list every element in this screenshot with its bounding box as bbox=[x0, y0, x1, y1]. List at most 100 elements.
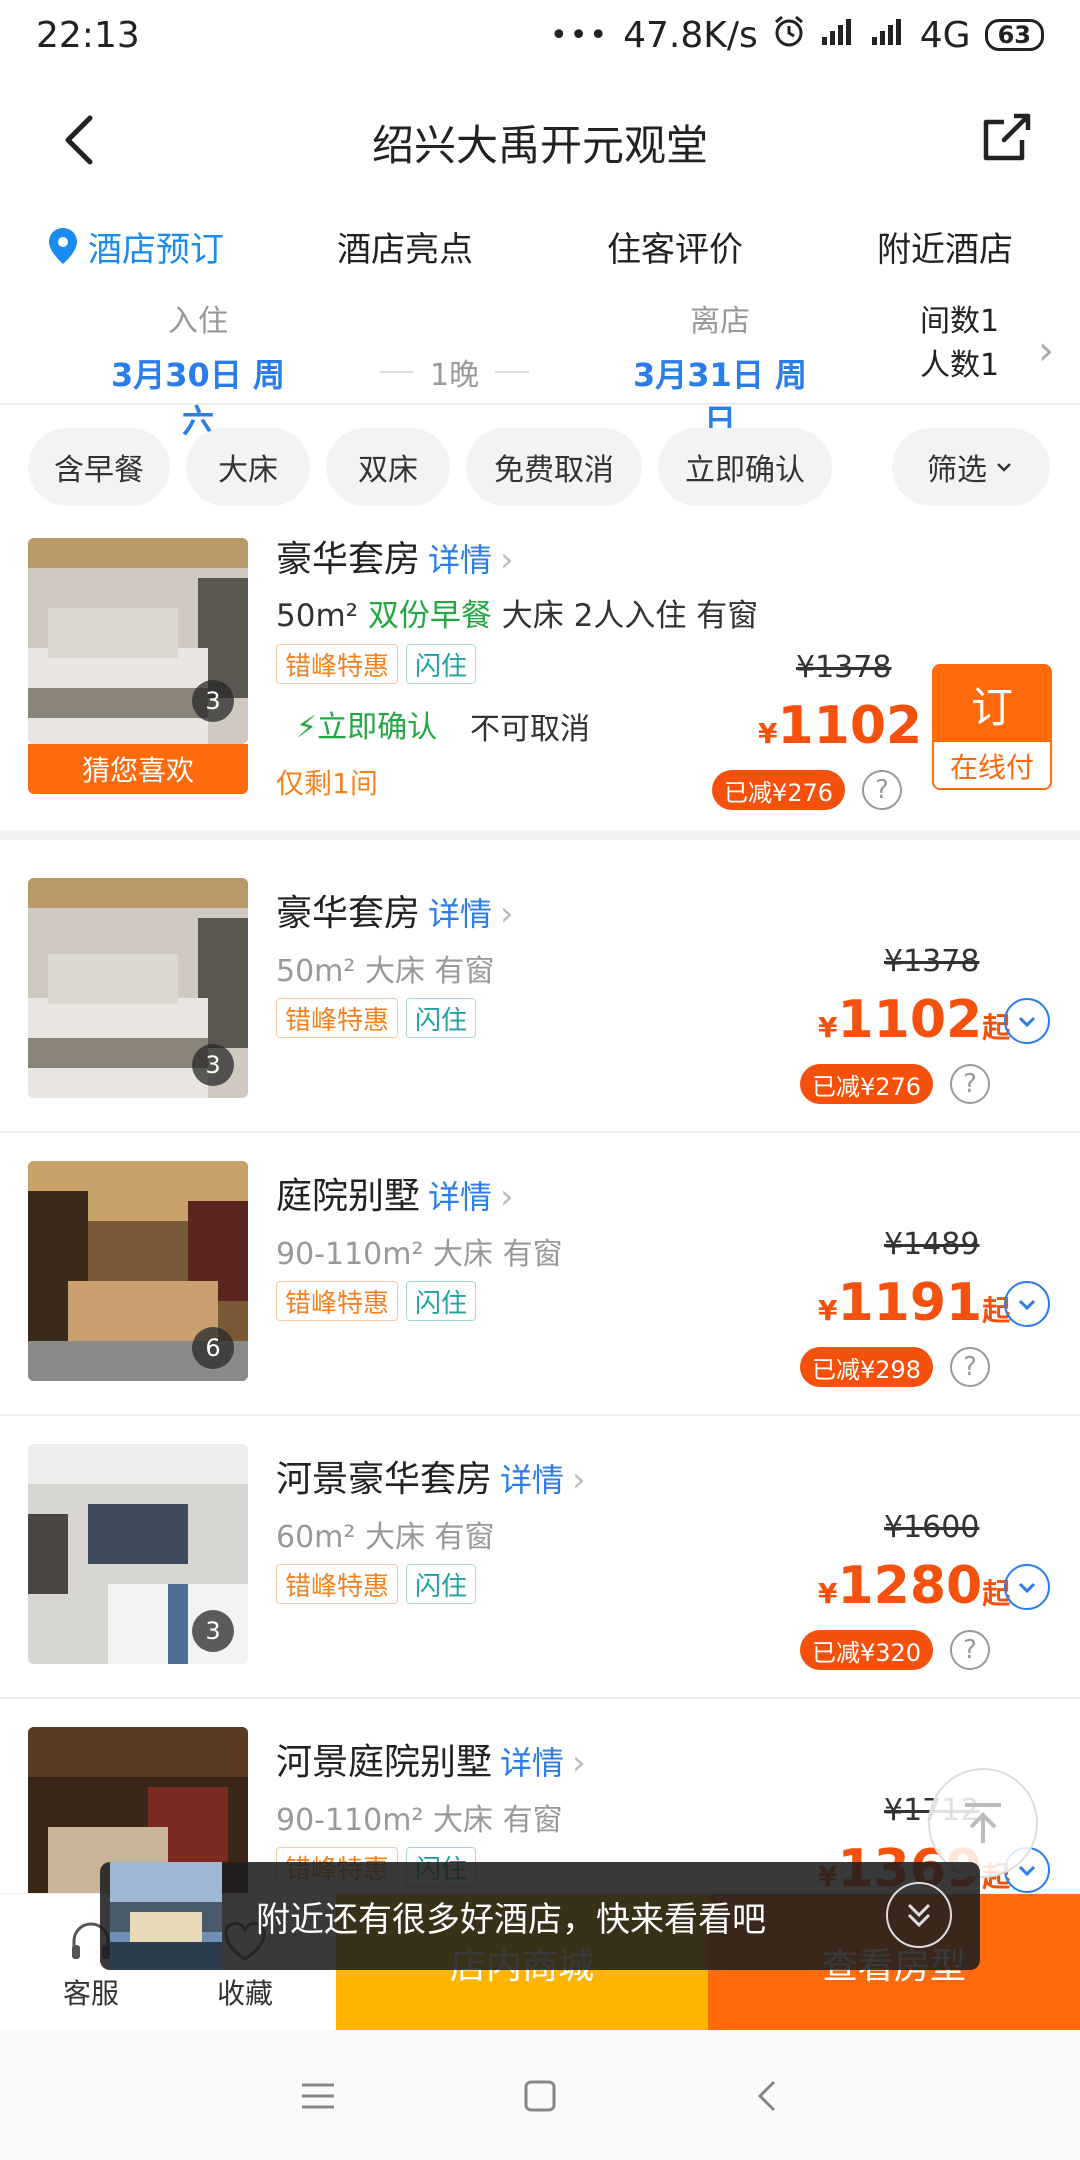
customer-service-label: 客服 bbox=[62, 1977, 119, 2010]
room-item[interactable]: 6 庭院别墅 详情 › 90-110m² 大床 有窗 错峰特惠 闪住 ¥1489 ¥… bbox=[0, 1133, 1080, 1416]
detail-link[interactable]: 详情 bbox=[428, 1178, 492, 1216]
chevron-right-icon: › bbox=[500, 540, 514, 580]
original-price: ¥1489 bbox=[884, 1227, 980, 1262]
expand-button[interactable] bbox=[1004, 1281, 1050, 1327]
chevron-down-icon bbox=[1018, 1016, 1036, 1028]
room-info: 50m² 双份早餐 大床 2人入住 有窗 bbox=[276, 590, 758, 635]
expand-button[interactable] bbox=[1004, 1564, 1050, 1610]
filter-more-button[interactable]: 筛选 bbox=[892, 428, 1050, 506]
price-value: 1280 bbox=[837, 1556, 983, 1616]
room-tags: 错峰特惠 闪住 bbox=[276, 998, 477, 1038]
banner-expand-button[interactable] bbox=[886, 1882, 952, 1948]
room-info: 90-110m² 大床 有窗 bbox=[276, 1237, 563, 1272]
more-dots-icon: ••• bbox=[550, 17, 610, 53]
nights-label: 1晚 bbox=[430, 358, 480, 393]
rooms-left: 仅剩1间 bbox=[276, 767, 378, 800]
discount-badge: 已减¥276 bbox=[800, 1064, 934, 1104]
double-chevron-down-icon bbox=[907, 1903, 931, 1928]
share-button[interactable] bbox=[976, 106, 1038, 168]
guess-you-like-badge: 猜您喜欢 bbox=[28, 744, 248, 794]
help-icon[interactable]: ? bbox=[950, 1347, 990, 1387]
chevron-right-icon: › bbox=[572, 1743, 586, 1783]
tag-offpeak: 错峰特惠 bbox=[276, 1564, 399, 1604]
filter-instant-confirm[interactable]: 立即确认 bbox=[658, 428, 832, 506]
filter-king-bed[interactable]: 大床 bbox=[186, 428, 310, 506]
menu-button[interactable] bbox=[288, 2066, 348, 2126]
filter-breakfast[interactable]: 含早餐 bbox=[28, 428, 170, 506]
chevron-right-icon: › bbox=[500, 894, 514, 934]
room-photo[interactable]: 3 bbox=[28, 538, 248, 744]
nav-bar: 绍兴大禹开元观堂 bbox=[0, 70, 1080, 210]
detail-link[interactable]: 详情 bbox=[500, 1744, 564, 1782]
room-name[interactable]: 河景庭院别墅 详情 › bbox=[276, 1733, 586, 1785]
filter-more-label: 筛选 bbox=[927, 453, 987, 488]
tab-reviews[interactable]: 住客评价 bbox=[540, 222, 810, 271]
network-type: 4G bbox=[919, 14, 971, 56]
menu-icon bbox=[302, 2083, 334, 2109]
room-photo[interactable]: 3 bbox=[28, 1444, 248, 1664]
room-photo[interactable]: 6 bbox=[28, 1161, 248, 1381]
room-tags: 错峰特惠 闪住 bbox=[276, 644, 477, 684]
expand-button[interactable] bbox=[1004, 998, 1050, 1044]
help-icon[interactable]: ? bbox=[862, 770, 902, 810]
breakfast-info: 双份早餐 bbox=[367, 598, 492, 634]
tab-nearby[interactable]: 附近酒店 bbox=[810, 222, 1080, 271]
currency-symbol: ¥ bbox=[818, 1577, 838, 1610]
detail-link[interactable]: 详情 bbox=[500, 1461, 564, 1499]
system-nav-bar bbox=[0, 2030, 1080, 2160]
current-price: ¥1102起 bbox=[818, 990, 1010, 1050]
room-name[interactable]: 豪华套房 详情 › bbox=[276, 884, 514, 936]
detail-link[interactable]: 详情 bbox=[428, 895, 492, 933]
room-name-text: 庭院别墅 bbox=[276, 1176, 421, 1217]
room-name-text: 河景庭院别墅 bbox=[276, 1742, 493, 1783]
checkin-date[interactable]: 入住 3月30日 周六 bbox=[98, 296, 298, 442]
instant-confirm-label: 立即确认 bbox=[317, 710, 438, 745]
room-photo[interactable]: 3 bbox=[28, 878, 248, 1098]
room-name-text: 河景豪华套房 bbox=[276, 1459, 493, 1500]
room-name[interactable]: 庭院别墅 详情 › bbox=[276, 1167, 514, 1219]
page-title: 绍兴大禹开元观堂 bbox=[371, 121, 708, 170]
tab-booking[interactable]: 酒店预订 bbox=[0, 222, 270, 271]
filter-free-cancel[interactable]: 免费取消 bbox=[466, 428, 642, 506]
home-button[interactable] bbox=[510, 2066, 570, 2126]
clock: 22:13 bbox=[36, 14, 140, 56]
room-item[interactable]: 3 河景豪华套房 详情 › 60m² 大床 有窗 错峰特惠 闪住 ¥1600 ¥12… bbox=[0, 1416, 1080, 1699]
chevron-down-icon bbox=[997, 463, 1011, 472]
lightning-icon: ⚡ bbox=[296, 710, 318, 745]
banner-text: 附近还有很多好酒店，快来看看吧 bbox=[256, 1899, 766, 1940]
back-arrow-icon bbox=[757, 2080, 776, 2112]
system-back-button[interactable] bbox=[738, 2066, 798, 2126]
date-selector[interactable]: 入住 3月30日 周六 1晚 离店 3月31日 周日 间数1 人数1 › bbox=[0, 290, 1080, 440]
help-icon[interactable]: ? bbox=[950, 1630, 990, 1670]
room-item[interactable]: 3 豪华套房 详情 › 50m² 大床 有窗 错峰特惠 闪住 ¥1378 ¥1102… bbox=[0, 850, 1080, 1133]
instant-confirm: ⚡立即确认 bbox=[296, 702, 437, 746]
net-speed: 47.8K/s bbox=[623, 14, 758, 56]
checkout-date[interactable]: 离店 3月31日 周日 bbox=[620, 296, 820, 442]
photo-count: 3 bbox=[192, 680, 234, 722]
room-area: 50m² bbox=[276, 598, 359, 634]
battery-icon: 63 bbox=[984, 19, 1044, 51]
tab-bar: 酒店预订 酒店亮点 住客评价 附近酒店 bbox=[0, 210, 1080, 282]
alarm-icon bbox=[772, 14, 806, 57]
room-name-text: 豪华套房 bbox=[276, 893, 421, 934]
checkout-label: 离店 bbox=[690, 304, 750, 339]
tab-highlights[interactable]: 酒店亮点 bbox=[270, 222, 540, 271]
filter-bar: 含早餐 大床 双床 免费取消 立即确认 筛选 bbox=[0, 428, 1080, 514]
book-button[interactable]: 订 在线付 bbox=[932, 664, 1052, 790]
bed-info: 大床 2人入住 有窗 bbox=[501, 598, 759, 634]
help-icon[interactable]: ? bbox=[950, 1064, 990, 1104]
original-price: ¥1600 bbox=[884, 1510, 980, 1545]
room-count: 间数1 bbox=[920, 304, 1000, 339]
featured-room[interactable]: 3 猜您喜欢 豪华套房 详情 › 50m² 双份早餐 大床 2人入住 有窗 错峰特惠… bbox=[0, 530, 1080, 840]
favorite-label: 收藏 bbox=[216, 1977, 273, 2010]
nearby-hotels-banner[interactable]: 附近还有很多好酒店，快来看看吧 bbox=[100, 1862, 980, 1970]
discount-badge: 已减¥320 bbox=[800, 1630, 934, 1670]
room-name[interactable]: 河景豪华套房 详情 › bbox=[276, 1450, 586, 1502]
tag-flash-stay: 闪住 bbox=[406, 1281, 477, 1321]
pay-online-label: 在线付 bbox=[934, 742, 1050, 788]
room-guest-selector[interactable]: 间数1 人数1 bbox=[920, 300, 999, 388]
detail-link[interactable]: 详情 bbox=[428, 541, 492, 579]
app-root: { "status_bar": {"time": "22:13", "net_s… bbox=[0, 0, 1080, 2160]
room-name[interactable]: 豪华套房 详情 › bbox=[276, 530, 514, 582]
filter-twin-bed[interactable]: 双床 bbox=[326, 428, 450, 506]
